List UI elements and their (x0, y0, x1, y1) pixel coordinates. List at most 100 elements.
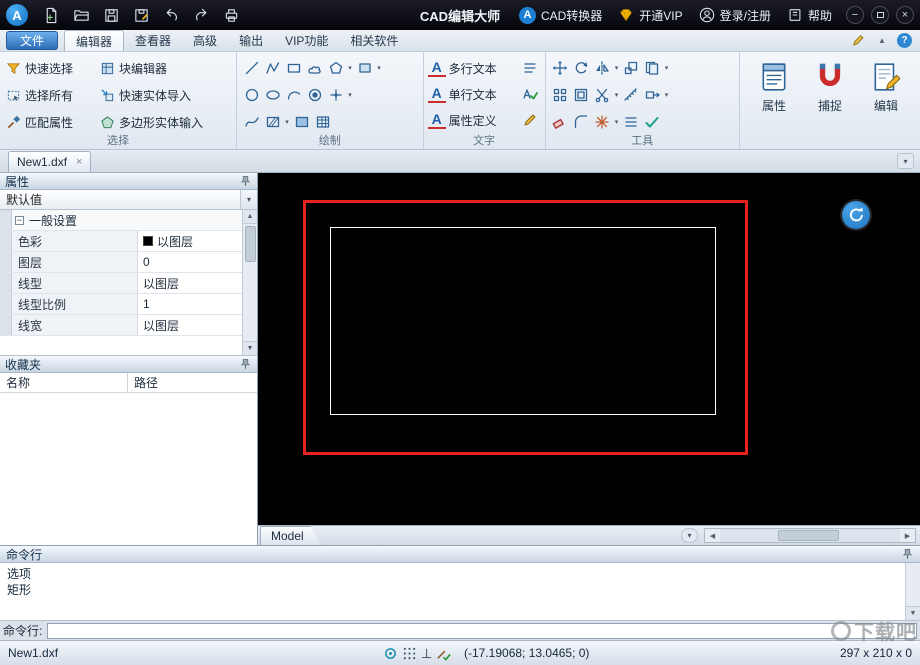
document-tab[interactable]: New1.dxf × (8, 151, 92, 172)
spline-tool-icon[interactable] (241, 112, 262, 133)
help-link[interactable]: 帮助 (780, 3, 839, 27)
pin-icon[interactable] (901, 548, 914, 560)
array-tool-icon[interactable] (550, 85, 571, 106)
layout-list-chevron-icon[interactable]: ▾ (681, 528, 698, 543)
circle-tool-icon[interactable] (241, 85, 262, 106)
tree-collapse-icon[interactable]: − (15, 215, 24, 225)
attribute-define-button[interactable]: A 属性定义 (427, 107, 541, 133)
block-editor-button[interactable]: 块编辑器 (98, 59, 232, 78)
file-menu-button[interactable]: 文件 (6, 31, 59, 50)
save-button[interactable] (96, 3, 126, 27)
polygon-dropdown-icon[interactable]: ▾ (346, 64, 354, 72)
ortho-toggle-icon[interactable]: ⊥ (421, 647, 432, 660)
explode-dropdown-icon[interactable]: ▾ (613, 118, 621, 126)
property-row-linetype-scale[interactable]: 线型比例 1 (0, 294, 242, 315)
favorites-column-name[interactable]: 名称 (0, 373, 128, 392)
horizontal-scrollbar[interactable]: ◀ ▶ (704, 528, 916, 543)
property-row-lineweight[interactable]: 线宽 以图层 (0, 315, 242, 336)
layer-list-icon[interactable] (621, 112, 642, 133)
new-file-button[interactable] (36, 3, 66, 27)
region-tool-icon[interactable] (354, 58, 375, 79)
edit-panel-button[interactable]: 编辑 (862, 57, 910, 149)
edit-text-icon[interactable] (520, 110, 541, 131)
hatch-tool-icon[interactable] (262, 112, 283, 133)
table-tool-icon[interactable] (312, 112, 333, 133)
mirror-dropdown-icon[interactable]: ▾ (613, 64, 621, 72)
save-as-button[interactable] (126, 3, 156, 27)
scale-tool-icon[interactable] (621, 58, 642, 79)
explode-tool-icon[interactable] (592, 112, 613, 133)
print-button[interactable] (216, 3, 246, 27)
maximize-button[interactable] (871, 6, 889, 24)
mirror-tool-icon[interactable] (592, 58, 613, 79)
scroll-right-icon[interactable]: ▶ (900, 529, 915, 542)
fillet-tool-icon[interactable] (571, 112, 592, 133)
model-tab[interactable]: Model (260, 526, 321, 545)
favorites-list[interactable] (0, 393, 257, 545)
arc-tool-icon[interactable] (283, 85, 304, 106)
trim-tool-icon[interactable] (592, 85, 613, 106)
scrollbar-thumb[interactable] (777, 530, 839, 541)
command-input[interactable] (47, 622, 917, 639)
close-button[interactable]: × (896, 6, 914, 24)
open-file-button[interactable] (66, 3, 96, 27)
grid-toggle-icon[interactable] (402, 646, 417, 661)
snap-panel-button[interactable]: 捕捉 (806, 57, 854, 149)
document-tab-close-icon[interactable]: × (76, 156, 82, 168)
quick-select-button[interactable]: 快速选择 (4, 59, 98, 78)
assistant-badge-button[interactable] (842, 201, 870, 229)
property-row-color[interactable]: 色彩 以图层 (0, 231, 242, 252)
tab-editor[interactable]: 编辑器 (64, 30, 125, 51)
pin-icon[interactable] (239, 175, 252, 187)
scrollbar-track[interactable] (720, 529, 900, 542)
property-grid-scrollbar[interactable]: ▲ ▼ (242, 210, 257, 355)
command-scrollbar[interactable]: ▼ (905, 563, 920, 620)
scrollbar-thumb[interactable] (244, 226, 256, 262)
scroll-down-icon[interactable]: ▼ (243, 341, 257, 355)
copy-dropdown-icon[interactable]: ▾ (663, 64, 671, 72)
tab-vip-features[interactable]: VIP功能 (274, 30, 339, 51)
measure-tool-icon[interactable] (621, 85, 642, 106)
line-tool-icon[interactable] (241, 58, 262, 79)
polygon-entity-import-button[interactable]: 多边形实体输入 (98, 113, 232, 132)
rectangle-tool-icon[interactable] (283, 58, 304, 79)
collapse-ribbon-button[interactable]: ▴ (874, 32, 890, 48)
tab-output[interactable]: 输出 (228, 30, 274, 51)
text-list-icon[interactable] (520, 58, 541, 79)
single-text-button[interactable]: A 单行文本 (427, 81, 541, 107)
point-dropdown-icon[interactable]: ▾ (346, 91, 354, 99)
spell-check-icon[interactable] (520, 84, 541, 105)
polyline-tool-icon[interactable] (262, 58, 283, 79)
offset-tool-icon[interactable] (571, 85, 592, 106)
match-properties-button[interactable]: 匹配属性 (4, 113, 98, 132)
drawing-canvas[interactable] (258, 173, 920, 525)
redo-button[interactable] (186, 3, 216, 27)
copy-tool-icon[interactable] (642, 58, 663, 79)
move-tool-icon[interactable] (550, 58, 571, 79)
donut-tool-icon[interactable] (304, 85, 325, 106)
favorites-column-path[interactable]: 路径 (128, 373, 257, 392)
point-tool-icon[interactable] (325, 85, 346, 106)
property-group-row[interactable]: − 一般设置 (0, 210, 242, 231)
annotation-toggle-icon[interactable] (436, 646, 452, 661)
command-history[interactable]: 选项 矩形 ▼ (0, 563, 920, 620)
property-row-linetype[interactable]: 线型 以图层 (0, 273, 242, 294)
region-dropdown-icon[interactable]: ▾ (375, 64, 383, 72)
rotate-tool-icon[interactable] (571, 58, 592, 79)
property-preset-dropdown[interactable]: 默认值 ▾ (0, 190, 257, 210)
stretch-tool-icon[interactable] (642, 85, 663, 106)
revision-cloud-tool-icon[interactable] (304, 58, 325, 79)
scroll-down-icon[interactable]: ▼ (906, 606, 920, 620)
tab-viewer[interactable]: 查看器 (124, 30, 182, 51)
quick-entity-import-button[interactable]: 快速实体导入 (98, 86, 232, 105)
cad-converter-link[interactable]: A CAD转换器 (512, 3, 609, 27)
scroll-left-icon[interactable]: ◀ (705, 529, 720, 542)
gradient-tool-icon[interactable] (291, 112, 312, 133)
open-vip-link[interactable]: 开通VIP (611, 3, 689, 27)
properties-panel-button[interactable]: 属性 (750, 57, 798, 149)
osnap-indicator-icon[interactable] (383, 646, 398, 661)
drawn-rectangle[interactable] (330, 227, 716, 415)
ellipse-tool-icon[interactable] (262, 85, 283, 106)
erase-tool-icon[interactable] (550, 112, 571, 133)
login-link[interactable]: 登录/注册 (692, 3, 778, 27)
